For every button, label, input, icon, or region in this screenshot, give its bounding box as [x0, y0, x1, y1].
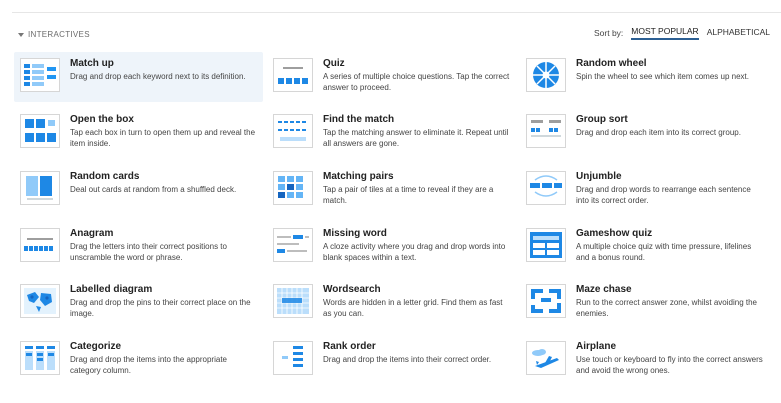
tile-open-the-box[interactable]: Open the box Tap each box in turn to open…: [14, 108, 263, 158]
tile-rank-order[interactable]: Rank order Drag and drop the items into t…: [267, 335, 516, 385]
tile-anagram[interactable]: Anagram Drag the letters into their corre…: [14, 222, 263, 272]
tile-unjumble[interactable]: Unjumble Drag and drop words to rearrange…: [520, 165, 769, 215]
tile-find-the-match[interactable]: Find the match Tap the matching answer to…: [267, 108, 516, 158]
labelled-diagram-icon: [20, 284, 60, 318]
tile-description: Drag and drop words to rearrange each se…: [576, 185, 751, 205]
missing-word-icon: [273, 228, 313, 262]
rank-order-icon: [273, 341, 313, 375]
tile-airplane[interactable]: Airplane Use touch or keyboard to fly int…: [520, 335, 769, 385]
random-wheel-icon: [526, 58, 566, 92]
tile-missing-word[interactable]: Missing word A cloze activity where you d…: [267, 222, 516, 272]
open-the-box-icon: [20, 114, 60, 148]
tile-description: Use touch or keyboard to fly into the co…: [576, 355, 763, 375]
gameshow-quiz-icon: [526, 228, 566, 262]
tile-wordsearch[interactable]: Wordsearch Words are hidden in a letter g…: [267, 278, 516, 328]
tile-description: A cloze activity where you drag and drop…: [323, 242, 506, 262]
quiz-icon: [273, 58, 313, 92]
tile-title: Categorize: [70, 341, 122, 352]
tile-description: Words are hidden in a letter grid. Find …: [323, 298, 503, 318]
tile-categorize[interactable]: Categorize Drag and drop the items into t…: [14, 335, 263, 385]
tile-match-up[interactable]: Match up Drag and drop each keyword next …: [14, 52, 263, 102]
tile-title: Maze chase: [576, 284, 632, 295]
tile-quiz[interactable]: Quiz A series of multiple choice question…: [267, 52, 516, 102]
tile-description: Spin the wheel to see which item comes u…: [576, 72, 749, 81]
tile-title: Wordsearch: [323, 284, 381, 295]
tile-matching-pairs[interactable]: Matching pairs Tap a pair of tiles at a t…: [267, 165, 516, 215]
tile-title: Quiz: [323, 58, 345, 69]
unjumble-icon: [526, 171, 566, 205]
top-divider: [12, 12, 781, 13]
tile-title: Random wheel: [576, 58, 647, 69]
tile-title: Find the match: [323, 114, 395, 125]
tile-description: Drag and drop the items into the appropr…: [70, 355, 227, 375]
tile-title: Rank order: [323, 341, 376, 352]
tile-title: Group sort: [576, 114, 628, 125]
interactives-section-toggle[interactable]: INTERACTIVES: [18, 30, 90, 39]
anagram-icon: [20, 228, 60, 262]
matching-pairs-icon: [273, 171, 313, 205]
maze-chase-icon: [526, 284, 566, 318]
tile-title: Unjumble: [576, 171, 622, 182]
wordsearch-icon: [273, 284, 313, 318]
tile-title: Labelled diagram: [70, 284, 153, 295]
tile-random-cards[interactable]: Random cards Deal out cards at random fro…: [14, 165, 263, 215]
section-label: INTERACTIVES: [28, 30, 90, 39]
sort-alphabetical[interactable]: ALPHABETICAL: [707, 27, 770, 39]
tile-title: Match up: [70, 58, 114, 69]
tile-description: Tap a pair of tiles at a time to reveal …: [323, 185, 494, 205]
sort-label: Sort by:: [594, 28, 624, 38]
tile-group-sort[interactable]: Group sort Drag and drop each item into i…: [520, 108, 769, 158]
tile-description: A series of multiple choice questions. T…: [323, 72, 510, 92]
tile-random-wheel[interactable]: Random wheel Spin the wheel to see which …: [520, 52, 769, 102]
tile-description: Deal out cards at random from a shuffled…: [70, 185, 237, 194]
tile-title: Anagram: [70, 228, 114, 239]
categorize-icon: [20, 341, 60, 375]
tile-description: Tap the matching answer to eliminate it.…: [323, 128, 509, 148]
sort-most-popular[interactable]: MOST POPULAR: [631, 26, 699, 40]
tile-description: Drag and drop the pins to their correct …: [70, 298, 251, 318]
tile-title: Open the box: [70, 114, 134, 125]
tile-title: Random cards: [70, 171, 140, 182]
random-cards-icon: [20, 171, 60, 205]
tile-title: Matching pairs: [323, 171, 394, 182]
tile-title: Gameshow quiz: [576, 228, 653, 239]
tile-title: Airplane: [576, 341, 617, 352]
match-up-icon: [20, 58, 60, 92]
tile-description: A multiple choice quiz with time pressur…: [576, 242, 752, 262]
tile-description: Drag and drop each item into its correct…: [576, 128, 741, 137]
tile-maze-chase[interactable]: Maze chase Run to the correct answer zone…: [520, 278, 769, 328]
tile-description: Drag and drop the items into their corre…: [323, 355, 492, 364]
find-the-match-icon: [273, 114, 313, 148]
group-sort-icon: [526, 114, 566, 148]
tile-description: Tap each box in turn to open them up and…: [70, 128, 256, 148]
tile-description: Drag and drop each keyword next to its d…: [70, 72, 246, 81]
airplane-icon: [526, 341, 566, 375]
tile-description: Drag the letters into their correct posi…: [70, 242, 227, 262]
tile-gameshow-quiz[interactable]: Gameshow quiz A multiple choice quiz with…: [520, 222, 769, 272]
tile-labelled-diagram[interactable]: Labelled diagram Drag and drop the pins t…: [14, 278, 263, 328]
caret-down-icon: [18, 32, 24, 37]
sort-bar: Sort by: MOST POPULAR ALPHABETICAL: [594, 26, 770, 40]
tile-description: Run to the correct answer zone, whilst a…: [576, 298, 757, 318]
tile-title: Missing word: [323, 228, 387, 239]
